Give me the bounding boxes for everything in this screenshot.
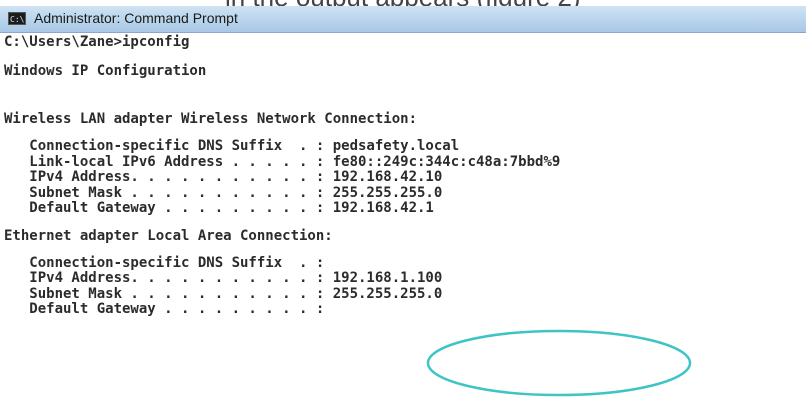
wireless-row-subnet: Subnet Mask . . . . . . . . . . . : 255.… bbox=[4, 184, 443, 201]
window-titlebar[interactable]: C:\ Administrator: Command Prompt bbox=[0, 6, 806, 33]
window-title: Administrator: Command Prompt bbox=[34, 10, 238, 26]
ethernet-row-dns-suffix: Connection-specific DNS Suffix . : bbox=[4, 254, 325, 271]
page: in the output appears (figure 2) C:\ Adm… bbox=[0, 0, 806, 400]
ethernet-adapter-heading: Ethernet adapter Local Area Connection: bbox=[4, 227, 333, 244]
cmd-icon[interactable]: C:\ bbox=[8, 12, 26, 25]
wireless-adapter-heading: Wireless LAN adapter Wireless Network Co… bbox=[4, 111, 418, 127]
ip-config-header: Windows IP Configuration bbox=[4, 63, 207, 79]
wireless-row-ipv4: IPv4 Address. . . . . . . . . . . : 192.… bbox=[4, 169, 443, 185]
highlight-ellipse bbox=[426, 329, 692, 397]
wireless-row-ipv6: Link-local IPv6 Address . . . . . : fe80… bbox=[4, 153, 561, 170]
wireless-row-dns-suffix: Connection-specific DNS Suffix . : pedsa… bbox=[4, 138, 460, 154]
prompt-line: C:\Users\Zane>ipconfig bbox=[4, 34, 190, 50]
ethernet-row-subnet: Subnet Mask . . . . . . . . . . . : 255.… bbox=[4, 285, 443, 302]
wireless-row-gateway: Default Gateway . . . . . . . . . : 192.… bbox=[4, 200, 434, 216]
console-lines: C:\Users\Zane>ipconfig Windows IP Config… bbox=[4, 33, 560, 318]
ethernet-row-gateway: Default Gateway . . . . . . . . . : bbox=[4, 301, 325, 317]
ethernet-row-ipv4: IPv4 Address. . . . . . . . . . . : 192.… bbox=[4, 270, 443, 286]
